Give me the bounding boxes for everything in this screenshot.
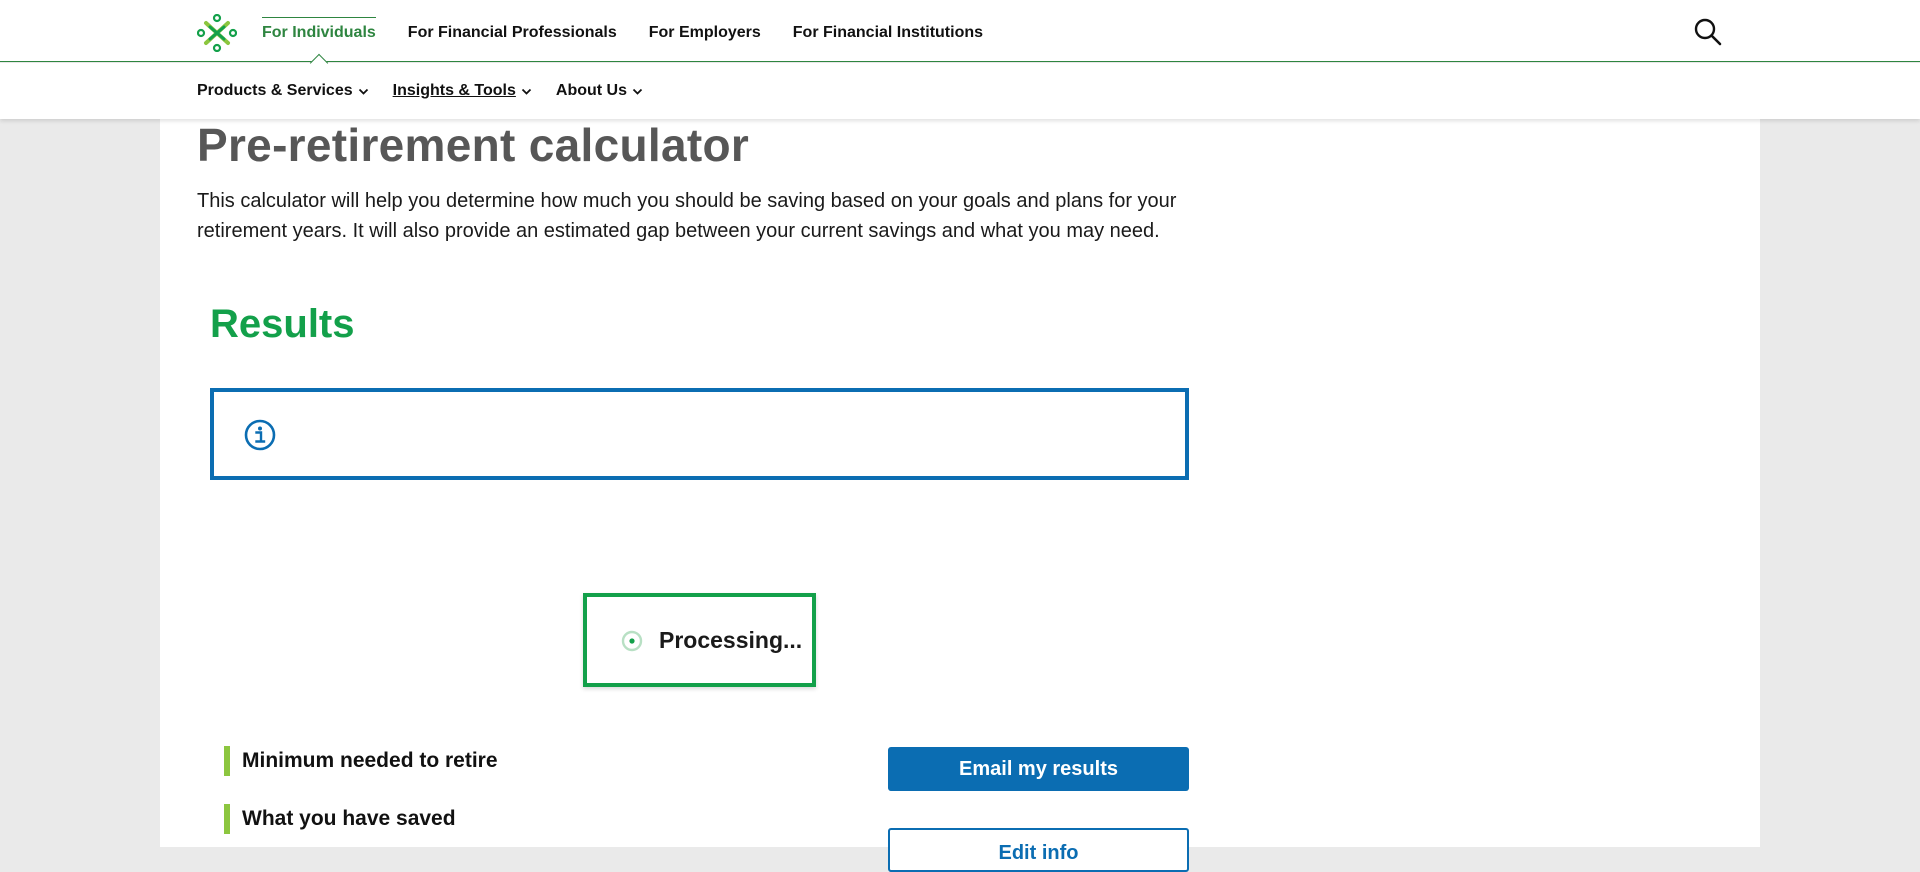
calculator-intro: This calculator will help you determine … (197, 190, 1177, 242)
subnav-label: Insights & Tools (392, 82, 516, 99)
subnav-label: Products & Services (197, 82, 353, 99)
nav-for-employers[interactable]: For Employers (649, 0, 761, 62)
page-title: Pre-retirement calculator (197, 119, 750, 171)
metric-minimum-needed: Minimum needed to retire (224, 746, 498, 776)
nav-for-individuals[interactable]: For Individuals (262, 0, 376, 62)
loading-spinner-icon (621, 630, 643, 652)
subnav-products-services[interactable]: Products & Services (197, 63, 369, 119)
processing-text: Processing... (659, 627, 803, 653)
subnav-label: About Us (555, 82, 627, 99)
audience-nav: For Individuals For Financial Profession… (262, 0, 1015, 62)
processing-indicator: Processing... (583, 593, 816, 687)
edit-info-button[interactable]: Edit info (888, 828, 1189, 872)
metric-label: What you have saved (242, 807, 456, 830)
metric-label: Minimum needed to retire (242, 749, 498, 772)
info-icon (244, 419, 276, 451)
chevron-down-icon (358, 88, 368, 95)
email-results-button[interactable]: Email my results (888, 747, 1189, 791)
results-heading: Results (210, 302, 355, 346)
brand-logo-icon[interactable] (196, 13, 238, 53)
metric-what-you-have-saved: What you have saved (224, 804, 456, 834)
secondary-navigation-bar: Products & Services Insights & Tools Abo… (0, 63, 1920, 119)
search-icon[interactable] (1693, 17, 1723, 47)
subnav-insights-tools[interactable]: Insights & Tools (393, 63, 532, 119)
metric-accent-bar (224, 804, 230, 834)
info-alert-box (210, 388, 1189, 480)
metric-accent-bar (224, 746, 230, 776)
nav-for-financial-institutions[interactable]: For Financial Institutions (793, 0, 983, 62)
top-navigation-bar: For Individuals For Financial Profession… (0, 0, 1920, 62)
chevron-down-icon (521, 88, 532, 95)
subnav-about-us[interactable]: About Us (556, 63, 643, 119)
secondary-nav: Products & Services Insights & Tools Abo… (197, 63, 667, 119)
nav-for-financial-professionals[interactable]: For Financial Professionals (408, 0, 617, 62)
chevron-down-icon (632, 88, 643, 95)
